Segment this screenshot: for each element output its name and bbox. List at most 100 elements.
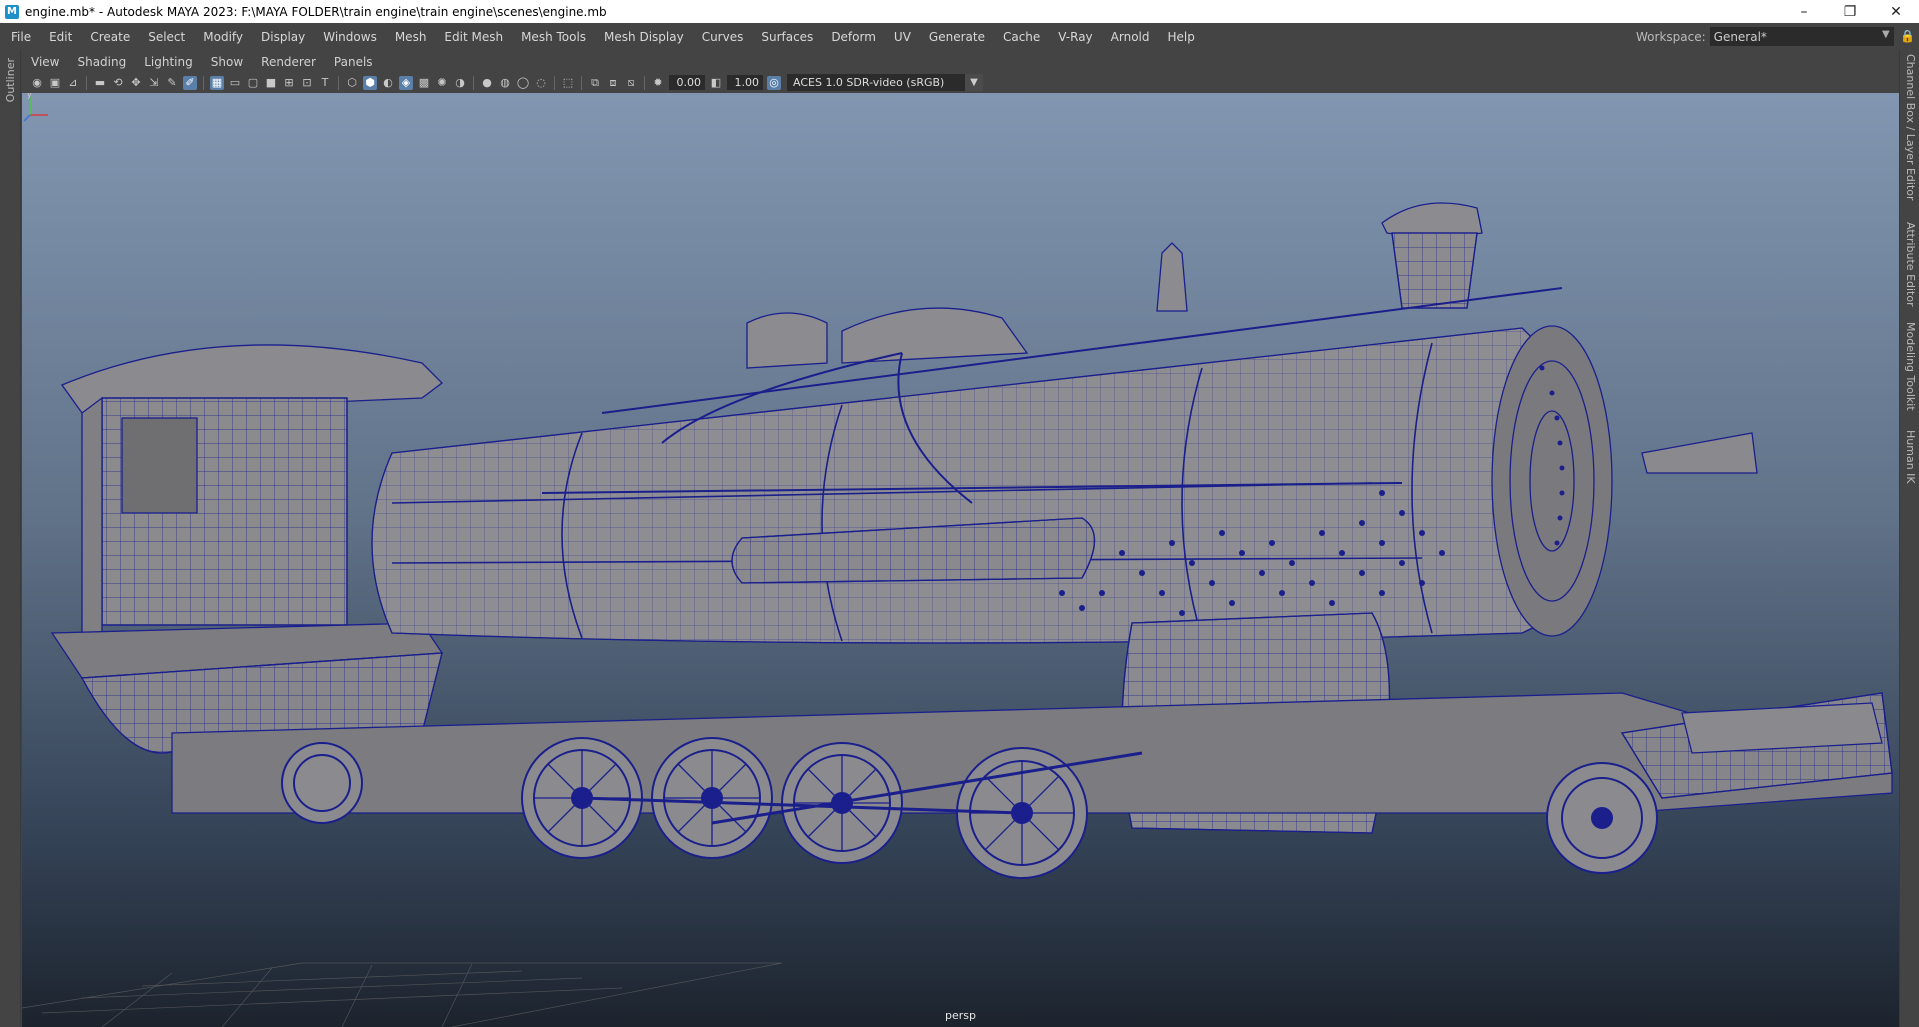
camera-track-icon[interactable]: ✥ xyxy=(129,76,143,90)
exposure-icon[interactable]: ✹ xyxy=(651,76,665,90)
window-title: engine.mb* - Autodesk MAYA 2023: F:\MAYA… xyxy=(25,4,607,19)
lock-icon[interactable]: 🔒 xyxy=(1900,29,1915,43)
chevron-down-icon: ▼ xyxy=(1881,29,1890,40)
shadows-icon[interactable]: ◑ xyxy=(453,76,467,90)
trailing-wheels xyxy=(281,742,363,824)
wireframe-on-shaded-icon[interactable]: ◈ xyxy=(399,75,413,90)
window-title-bar: M engine.mb* - Autodesk MAYA 2023: F:\MA… xyxy=(0,0,1919,23)
panel-menu-renderer[interactable]: Renderer xyxy=(252,55,325,69)
main-menu-bar: File Edit Create Select Modify Display W… xyxy=(0,23,1919,50)
tab-modeling-toolkit[interactable]: Modeling Toolkit xyxy=(1904,322,1917,411)
toolbar-separator xyxy=(86,75,87,90)
camera-select-icon[interactable]: ◉ xyxy=(30,76,44,90)
grid-icon[interactable]: ▦ xyxy=(210,75,224,90)
tab-outliner[interactable]: Outliner xyxy=(4,58,17,102)
film-gate-icon[interactable]: ▭ xyxy=(228,76,242,90)
menu-vray[interactable]: V-Ray xyxy=(1047,30,1099,44)
view-transform-value: ACES 1.0 SDR-video (sRGB) xyxy=(793,76,945,89)
resolution-gate-icon[interactable]: ▢ xyxy=(246,76,260,90)
maximize-button[interactable]: ❐ xyxy=(1827,0,1873,23)
toolbar-separator xyxy=(644,75,645,90)
view-transform-dropdown[interactable]: ACES 1.0 SDR-video (sRGB) ▼ xyxy=(787,74,983,91)
field-chart-icon[interactable]: ⊞ xyxy=(282,76,296,90)
safe-action-icon[interactable]: ⊡ xyxy=(300,76,314,90)
menu-help[interactable]: Help xyxy=(1157,30,1202,44)
safe-title-icon[interactable]: T xyxy=(318,76,332,90)
toolbar-separator xyxy=(338,75,339,90)
menu-mesh-display[interactable]: Mesh Display xyxy=(593,30,691,44)
boiler xyxy=(371,325,1613,644)
menu-edit-mesh[interactable]: Edit Mesh xyxy=(433,30,510,44)
camera-tumble-icon[interactable]: ⟲ xyxy=(111,76,125,90)
menu-select[interactable]: Select xyxy=(137,30,192,44)
tab-human-ik[interactable]: Human IK xyxy=(1904,430,1917,484)
panel-toolbar: ◉ ▣ ⊿ ▬ ⟲ ✥ ⇲ ✎ ✐ ▦ ▭ ▢ ■ ⊞ ⊡ T ⬡ ⬢ ◐ ◈ … xyxy=(22,72,1899,93)
grease-pencil-icon[interactable]: ✐ xyxy=(183,75,197,90)
menu-mesh[interactable]: Mesh xyxy=(384,30,434,44)
smokestack xyxy=(1381,202,1483,309)
menu-uv[interactable]: UV xyxy=(883,30,918,44)
camera-name-label: persp xyxy=(945,1009,976,1022)
xray-icon[interactable]: ⧉ xyxy=(588,76,602,90)
menu-windows[interactable]: Windows xyxy=(312,30,384,44)
menu-edit[interactable]: Edit xyxy=(38,30,79,44)
default-material-icon[interactable]: ◐ xyxy=(381,76,395,90)
toolbar-separator xyxy=(554,75,555,90)
smooth-shade-icon[interactable]: ⬢ xyxy=(363,75,377,90)
menu-curves[interactable]: Curves xyxy=(691,30,751,44)
bookmark-icon[interactable]: ⊿ xyxy=(66,76,80,90)
viewport-persp[interactable]: y persp xyxy=(22,93,1899,1027)
menu-display[interactable]: Display xyxy=(250,30,312,44)
anti-aliasing-icon[interactable]: ◯ xyxy=(516,76,530,90)
pencil-icon[interactable]: ✎ xyxy=(165,76,179,90)
menu-file[interactable]: File xyxy=(0,30,38,44)
maya-app-icon: M xyxy=(5,4,19,19)
menu-mesh-tools[interactable]: Mesh Tools xyxy=(510,30,593,44)
menu-deform[interactable]: Deform xyxy=(820,30,883,44)
color-management-icon[interactable]: ◎ xyxy=(767,75,781,90)
menu-generate[interactable]: Generate xyxy=(918,30,992,44)
close-button[interactable]: ✕ xyxy=(1873,0,1919,23)
headlight xyxy=(1641,432,1883,754)
panel-menu-bar: View Shading Lighting Show Renderer Pane… xyxy=(22,52,1899,72)
motion-blur-icon[interactable]: ◍ xyxy=(498,76,512,90)
panel-menu-lighting[interactable]: Lighting xyxy=(135,55,202,69)
steam-dome xyxy=(746,242,1188,369)
panel-menu-show[interactable]: Show xyxy=(202,55,252,69)
panel-menu-panels[interactable]: Panels xyxy=(325,55,382,69)
exposure-field[interactable]: 0.00 xyxy=(669,75,705,90)
workspace-selector: Workspace: General* ▼ xyxy=(1636,27,1894,46)
menu-create[interactable]: Create xyxy=(79,30,137,44)
chevron-down-icon: ▼ xyxy=(965,74,983,91)
menu-modify[interactable]: Modify xyxy=(192,30,250,44)
toolbar-separator xyxy=(473,75,474,90)
menu-surfaces[interactable]: Surfaces xyxy=(750,30,820,44)
gamma-icon[interactable]: ◧ xyxy=(709,76,723,90)
panel-menu-shading[interactable]: Shading xyxy=(68,55,135,69)
depth-of-field-icon[interactable]: ◌ xyxy=(534,76,548,90)
train-engine-wireframe xyxy=(22,202,1893,1027)
menu-cache[interactable]: Cache xyxy=(992,30,1047,44)
xray-components-icon[interactable]: ⧅ xyxy=(624,76,638,90)
isolate-select-icon[interactable]: ⬚ xyxy=(561,76,575,90)
panel-menu-view[interactable]: View xyxy=(22,55,68,69)
gamma-field[interactable]: 1.00 xyxy=(727,75,763,90)
xray-joints-icon[interactable]: ⧈ xyxy=(606,76,620,90)
axis-y-label: y xyxy=(27,93,32,99)
tab-attribute-editor[interactable]: Attribute Editor xyxy=(1904,222,1917,307)
gate-mask-icon[interactable]: ■ xyxy=(264,76,278,90)
tab-channel-box[interactable]: Channel Box / Layer Editor xyxy=(1904,54,1917,201)
workspace-label: Workspace: xyxy=(1636,29,1706,44)
minimize-button[interactable]: – xyxy=(1781,0,1827,23)
workspace-dropdown[interactable]: General* ▼ xyxy=(1709,27,1894,46)
menu-arnold[interactable]: Arnold xyxy=(1100,30,1157,44)
lights-icon[interactable]: ✺ xyxy=(435,76,449,90)
wireframe-icon[interactable]: ⬡ xyxy=(345,76,359,90)
workspace-value: General* xyxy=(1713,29,1767,44)
textured-icon[interactable]: ▩ xyxy=(417,76,431,90)
camera-attributes-icon[interactable]: ▣ xyxy=(48,76,62,90)
image-plane-icon[interactable]: ▬ xyxy=(93,76,107,90)
camera-dolly-icon[interactable]: ⇲ xyxy=(147,76,161,90)
axis-gizmo: y xyxy=(23,93,48,122)
ambient-occlusion-icon[interactable]: ● xyxy=(480,76,494,90)
